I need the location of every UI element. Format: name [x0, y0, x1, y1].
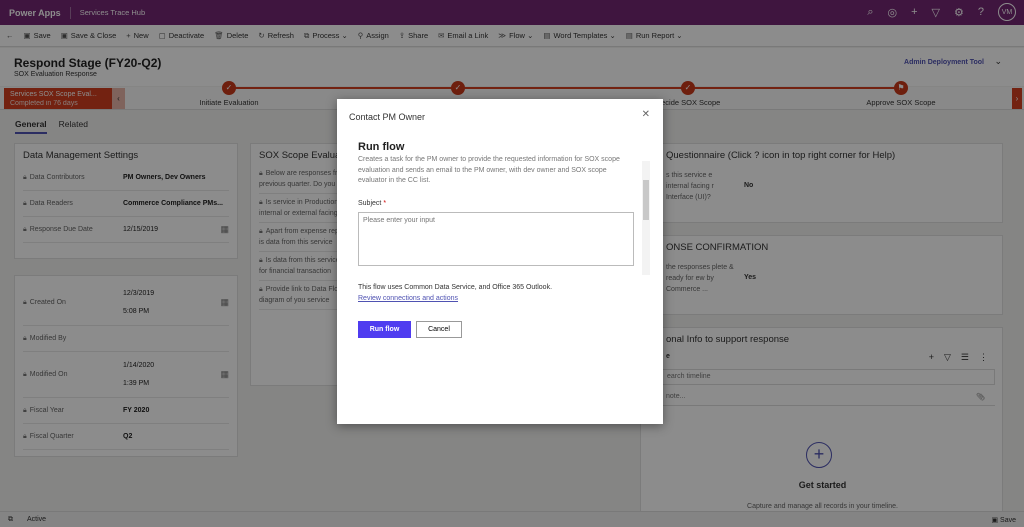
dialog-title: Contact PM Owner: [349, 112, 426, 122]
cancel-button[interactable]: Cancel: [416, 321, 462, 338]
flow-description: Creates a task for the PM owner to provi…: [358, 156, 620, 184]
close-icon[interactable]: ✕: [642, 109, 650, 120]
dialog-scrollbar[interactable]: [642, 161, 650, 275]
run-flow-heading: Run flow: [358, 141, 405, 153]
run-flow-button[interactable]: Run flow: [358, 321, 411, 338]
contact-pm-owner-dialog: Contact PM Owner ✕ Run flow Creates a ta…: [337, 99, 663, 424]
subject-input[interactable]: [358, 212, 634, 266]
subject-label: Subject *: [358, 200, 387, 207]
connections-note: This flow uses Common Data Service, and …: [358, 284, 553, 291]
review-connections-link[interactable]: Review connections and actions: [358, 295, 458, 302]
scrollbar-thumb[interactable]: [643, 180, 649, 220]
